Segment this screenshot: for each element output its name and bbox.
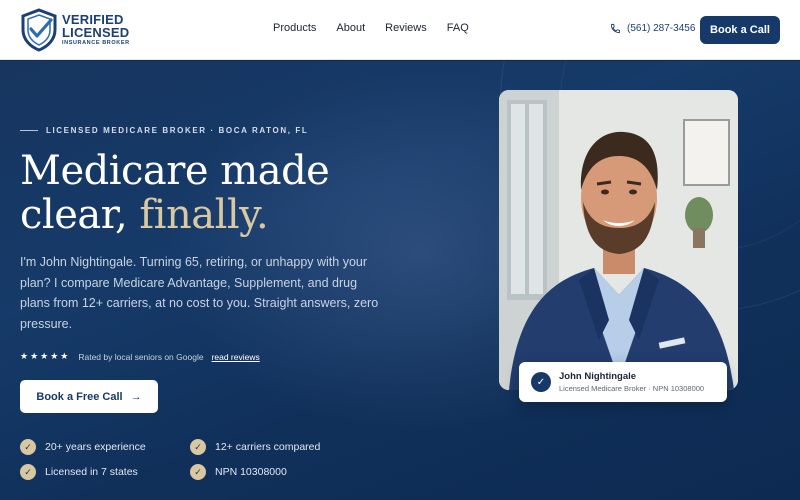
eyebrow-text: LICENSED MEDICARE BROKER · BOCA RATON, F… bbox=[46, 126, 309, 135]
eyebrow-divider bbox=[20, 130, 38, 131]
check-icon: ✓ bbox=[20, 464, 36, 480]
site-header: VERIFIED LICENSED INSURANCE BROKER Produ… bbox=[0, 0, 800, 60]
feature-label: NPN 10308000 bbox=[215, 466, 287, 478]
rating-row: ★★★★★ Rated by local seniors on Google r… bbox=[20, 351, 260, 362]
hero-headline: Medicare made clear, finally. bbox=[20, 148, 330, 238]
phone-link[interactable]: (561) 287-3456 bbox=[610, 23, 695, 34]
brand-line3: INSURANCE BROKER bbox=[62, 40, 130, 47]
brand-line2: LICENSED bbox=[62, 25, 130, 41]
nav-link-faq[interactable]: FAQ bbox=[447, 22, 469, 34]
nav-link-reviews[interactable]: Reviews bbox=[385, 22, 427, 34]
nav-link-about[interactable]: About bbox=[336, 22, 365, 34]
rating-text: Rated by local seniors on Google bbox=[78, 351, 204, 362]
star-rating-icon: ★★★★★ bbox=[20, 351, 71, 361]
phone-number: (561) 287-3456 bbox=[627, 23, 696, 34]
brand-wordmark: VERIFIED LICENSED INSURANCE BROKER bbox=[62, 13, 130, 47]
read-reviews-link[interactable]: read reviews bbox=[212, 352, 260, 362]
feature-item: ✓ 20+ years experience bbox=[20, 439, 190, 455]
main-nav: Products About Reviews FAQ bbox=[273, 22, 469, 34]
shield-check-icon bbox=[21, 8, 57, 52]
broker-credentials: Licensed Medicare Broker · NPN 10308000 bbox=[559, 384, 705, 393]
feature-label: 20+ years experience bbox=[45, 441, 146, 453]
feature-list: ✓ 20+ years experience ✓ 12+ carriers co… bbox=[20, 439, 360, 480]
hero-eyebrow: LICENSED MEDICARE BROKER · BOCA RATON, F… bbox=[20, 126, 308, 135]
check-icon: ✓ bbox=[20, 439, 36, 455]
cta-label: Book a Free Call bbox=[36, 390, 123, 403]
broker-badge-card: ✓ John Nightingale Licensed Medicare Bro… bbox=[519, 362, 727, 402]
feature-label: Licensed in 7 states bbox=[45, 466, 138, 478]
hero-intro: I'm John Nightingale. Turning 65, retiri… bbox=[20, 255, 379, 331]
arrow-right-icon: → bbox=[130, 390, 142, 403]
book-call-button[interactable]: Book a Call bbox=[700, 16, 780, 44]
badge-text: John Nightingale Licensed Medicare Broke… bbox=[559, 371, 704, 393]
headline-line2: clear, bbox=[20, 192, 140, 238]
phone-icon bbox=[610, 23, 621, 34]
headline-line1: Medicare made bbox=[20, 148, 330, 194]
check-icon: ✓ bbox=[190, 464, 206, 480]
broker-name: John Nightingale bbox=[559, 371, 637, 382]
check-icon: ✓ bbox=[190, 439, 206, 455]
verified-check-icon: ✓ bbox=[531, 372, 551, 392]
feature-item: ✓ NPN 10308000 bbox=[190, 464, 360, 480]
feature-label: 12+ carriers compared bbox=[215, 441, 321, 453]
nav-link-products[interactable]: Products bbox=[273, 22, 316, 34]
book-free-call-button[interactable]: Book a Free Call → bbox=[20, 380, 158, 413]
headline-accent: finally. bbox=[139, 192, 269, 238]
brand-logo[interactable]: VERIFIED LICENSED INSURANCE BROKER bbox=[20, 8, 130, 52]
portrait-illustration bbox=[499, 90, 738, 390]
feature-item: ✓ Licensed in 7 states bbox=[20, 464, 190, 480]
feature-item: ✓ 12+ carriers compared bbox=[190, 439, 360, 455]
broker-portrait bbox=[499, 90, 738, 390]
